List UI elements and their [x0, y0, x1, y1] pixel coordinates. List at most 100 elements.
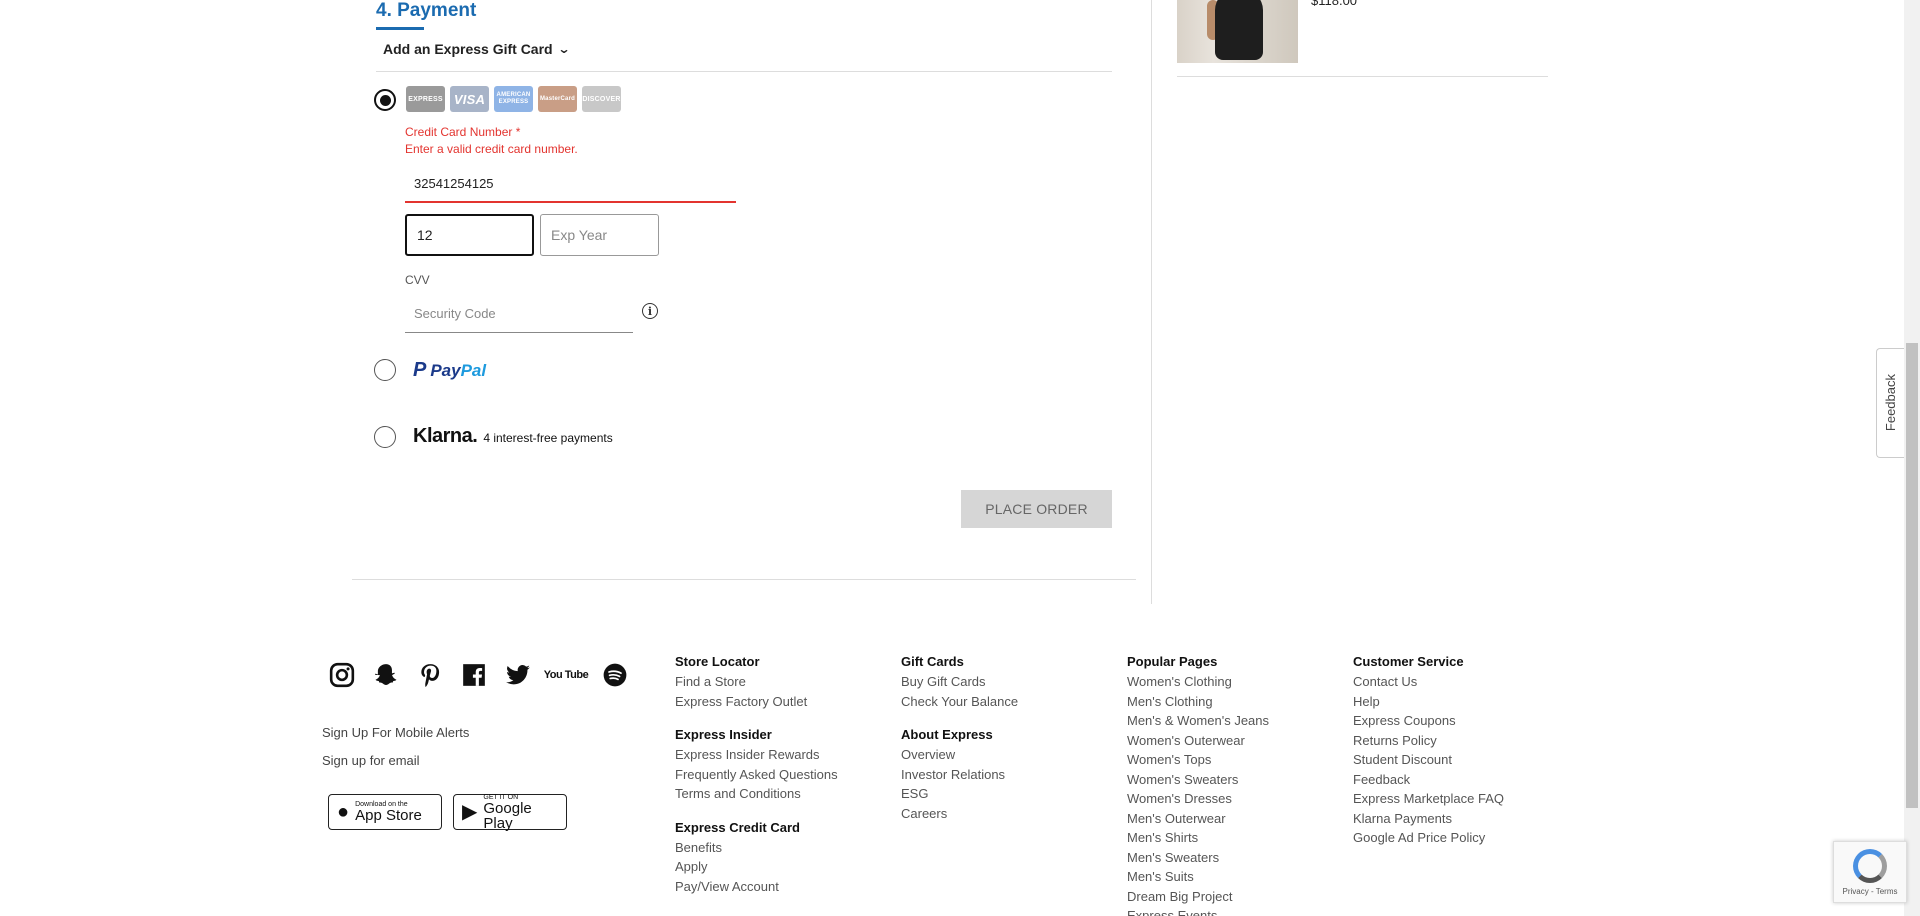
divider — [352, 579, 1136, 580]
footer-link[interactable]: Contact Us — [1353, 674, 1504, 694]
footer-link[interactable]: Men's Suits — [1127, 869, 1269, 889]
paypal-radio[interactable] — [374, 359, 396, 381]
footer-link[interactable]: Men's Sweaters — [1127, 850, 1269, 870]
footer-link[interactable]: ESG — [901, 786, 1018, 806]
footer-link[interactable]: Help — [1353, 694, 1504, 714]
footer-link[interactable]: Returns Policy — [1353, 733, 1504, 753]
footer-link[interactable]: Check Your Balance — [901, 694, 1018, 714]
exp-month-input[interactable] — [405, 214, 534, 256]
footer-link[interactable]: Men's Clothing — [1127, 694, 1269, 714]
footer-column-customer-service: Customer Service Contact Us Help Express… — [1353, 654, 1504, 850]
pinterest-icon[interactable] — [416, 661, 443, 688]
amex-logo: AMERICAN EXPRESS — [494, 86, 533, 112]
footer-link[interactable]: Investor Relations — [901, 767, 1018, 787]
youtube-text: You Tube — [543, 668, 589, 681]
klarna-subtitle: 4 interest-free payments — [483, 431, 613, 445]
footer-column-store: Store Locator Find a Store Express Facto… — [675, 654, 838, 898]
footer-link[interactable]: Buy Gift Cards — [901, 674, 1018, 694]
security-code-input[interactable] — [405, 295, 633, 333]
footer-link[interactable]: Express Insider Rewards — [675, 747, 838, 767]
footer-link[interactable]: Express Coupons — [1353, 713, 1504, 733]
footer-link[interactable]: Men's Outerwear — [1127, 811, 1269, 831]
apple-icon: ● — [337, 801, 350, 823]
footer-link[interactable]: Terms and Conditions — [675, 786, 838, 806]
chevron-down-icon: ⌄ — [557, 42, 571, 56]
discover-logo: DISCOVER — [582, 86, 621, 112]
mobile-alerts-link[interactable]: Sign Up For Mobile Alerts — [322, 725, 469, 740]
footer-link[interactable]: Feedback — [1353, 772, 1504, 792]
app-store-badge[interactable]: ● Download on the App Store — [328, 794, 442, 830]
footer-link[interactable]: Frequently Asked Questions — [675, 767, 838, 787]
divider — [376, 71, 1112, 72]
add-gift-card-toggle[interactable]: Add an Express Gift Card ⌄ — [383, 41, 571, 57]
recaptcha-badge[interactable]: Privacy - Terms — [1833, 841, 1907, 903]
footer-link[interactable]: Apply — [675, 859, 838, 879]
google-play-icon: ▶ — [462, 801, 478, 823]
footer-link[interactable]: Find a Store — [675, 674, 838, 694]
product-price: $118.00 — [1311, 0, 1358, 8]
footer-link[interactable]: Google Ad Price Policy — [1353, 830, 1504, 850]
app-store-text: App Store — [355, 807, 422, 824]
twitter-icon[interactable] — [504, 661, 531, 688]
footer-link[interactable]: Pay/View Account — [675, 879, 838, 899]
express-card-logo: EXPRESS — [406, 86, 445, 112]
footer-link[interactable]: Men's Shirts — [1127, 830, 1269, 850]
email-signup-link[interactable]: Sign up for email — [322, 753, 420, 768]
footer-link[interactable]: Women's Dresses — [1127, 791, 1269, 811]
klarna-option: Klarna. 4 interest-free payments — [413, 425, 613, 448]
column-divider — [1151, 0, 1152, 604]
footer-link[interactable]: Klarna Payments — [1353, 811, 1504, 831]
paypal-mark-icon: P — [413, 359, 427, 381]
place-order-button[interactable]: PLACE ORDER — [961, 490, 1112, 528]
footer-heading: Express Insider — [675, 727, 772, 742]
footer-link[interactable]: Express Marketplace FAQ — [1353, 791, 1504, 811]
footer-column-gift: Gift Cards Buy Gift Cards Check Your Bal… — [901, 654, 1018, 825]
footer-link[interactable]: Benefits — [675, 840, 838, 860]
feedback-tab-label: Feedback — [1883, 374, 1898, 432]
footer-link[interactable]: Dream Big Project — [1127, 889, 1269, 909]
footer-link[interactable]: Women's Sweaters — [1127, 772, 1269, 792]
instagram-icon[interactable] — [328, 661, 355, 688]
footer-heading: Popular Pages — [1127, 654, 1218, 669]
spotify-icon[interactable] — [601, 661, 628, 688]
credit-card-radio[interactable] — [374, 89, 396, 111]
footer-link[interactable]: Overview — [901, 747, 1018, 767]
credit-card-error: Enter a valid credit card number. — [405, 142, 578, 156]
feedback-tab[interactable]: Feedback — [1876, 348, 1904, 458]
info-icon[interactable]: i — [642, 303, 658, 319]
footer-link[interactable]: Careers — [901, 806, 1018, 826]
footer-link[interactable]: Express Factory Outlet — [675, 694, 838, 714]
footer-heading: Express Credit Card — [675, 819, 800, 835]
scrollbar-thumb[interactable] — [1906, 343, 1918, 808]
klarna-radio[interactable] — [374, 426, 396, 448]
google-play-text: Google Play — [483, 799, 532, 832]
youtube-icon[interactable]: You Tube — [544, 661, 589, 688]
footer-link[interactable]: Women's Clothing — [1127, 674, 1269, 694]
footer-column-popular: Popular Pages Women's Clothing Men's Clo… — [1127, 654, 1269, 916]
footer-link[interactable]: Express Events — [1127, 908, 1269, 916]
exp-year-input[interactable] — [540, 214, 659, 256]
footer-heading: Gift Cards — [901, 654, 964, 669]
klarna-logo: Klarna. — [413, 425, 478, 447]
paypal-pay-text: Pay — [430, 360, 461, 380]
snapchat-icon[interactable] — [372, 661, 399, 688]
product-thumbnail[interactable] — [1177, 0, 1298, 63]
facebook-icon[interactable] — [460, 661, 487, 688]
section-title-underline — [376, 27, 424, 30]
footer-link[interactable]: Women's Outerwear — [1127, 733, 1269, 753]
card-logos: EXPRESS VISA AMERICAN EXPRESS MasterCard… — [406, 86, 621, 112]
recaptcha-text: Privacy - Terms — [1842, 886, 1898, 896]
divider — [1177, 76, 1548, 77]
footer-link[interactable]: Men's & Women's Jeans — [1127, 713, 1269, 733]
recaptcha-icon — [1853, 848, 1887, 883]
footer-link[interactable]: Women's Tops — [1127, 752, 1269, 772]
footer-heading: Store Locator — [675, 654, 760, 669]
footer-link[interactable]: Student Discount — [1353, 752, 1504, 772]
credit-card-number-input[interactable] — [405, 166, 736, 203]
google-play-badge[interactable]: ▶ GET IT ON Google Play — [453, 794, 567, 832]
footer-heading: About Express — [901, 727, 993, 742]
visa-logo: VISA — [450, 86, 489, 112]
payment-section-title: 4. Payment — [376, 0, 477, 21]
paypal-pal-text: Pal — [460, 360, 487, 380]
add-gift-card-label: Add an Express Gift Card — [383, 41, 553, 57]
